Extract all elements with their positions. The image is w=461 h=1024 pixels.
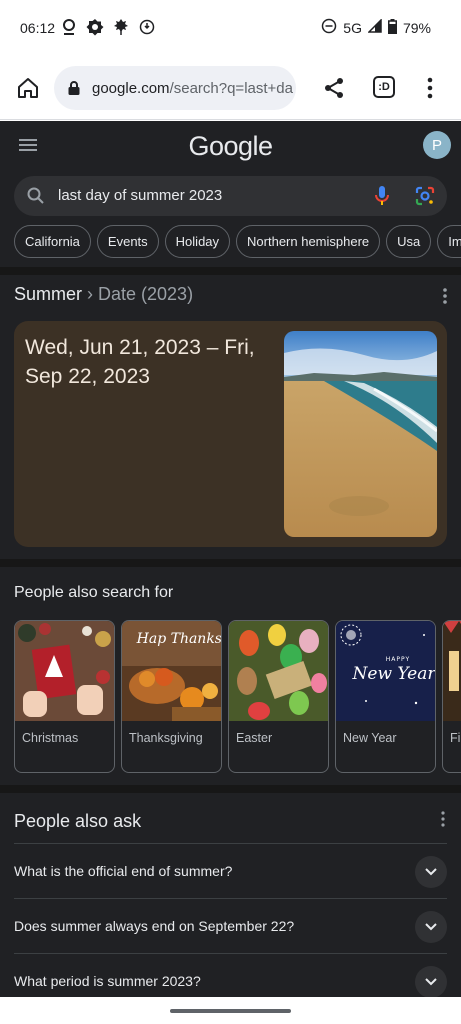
avatar[interactable]: P bbox=[423, 131, 451, 159]
status-notification-icons bbox=[60, 18, 156, 36]
address-bar[interactable]: google.com/search?q=last+da bbox=[54, 66, 296, 110]
paa-question[interactable]: What is the official end of summer? bbox=[14, 843, 447, 898]
lock-icon[interactable] bbox=[66, 80, 82, 96]
battery-icon bbox=[387, 18, 397, 37]
paa-question-text: What is the official end of summer? bbox=[14, 863, 233, 879]
chevron-down-icon[interactable] bbox=[415, 911, 447, 943]
overflow-menu-icon[interactable] bbox=[418, 74, 442, 102]
mic-icon[interactable] bbox=[372, 184, 392, 208]
related-card-partial[interactable]: Fi bbox=[442, 620, 461, 773]
url-path: /search?q=last+da bbox=[169, 79, 293, 97]
date-answer-card: Wed, Jun 21, 2023 – Fri, Sep 22, 2023 bbox=[14, 321, 447, 547]
paa-question-text: What period is summer 2023? bbox=[14, 973, 201, 989]
search-icon bbox=[26, 186, 46, 206]
related-searches-carousel: Christmas Hap Thanks Thanksgiving Easter… bbox=[14, 620, 461, 774]
google-lens-icon[interactable] bbox=[414, 185, 436, 207]
paa-more-icon[interactable] bbox=[440, 811, 446, 827]
kp-title-main: Summer bbox=[14, 284, 83, 304]
share-icon[interactable] bbox=[320, 74, 348, 102]
related-card-thanksgiving[interactable]: Hap Thanks Thanksgiving bbox=[121, 620, 222, 773]
new-year-overlay-text: New Year bbox=[352, 664, 436, 684]
status-bar: 06:12 5G 79% bbox=[0, 0, 461, 56]
related-label: New Year bbox=[343, 731, 397, 745]
gesture-navigation-bar bbox=[0, 997, 461, 1024]
people-also-search-heading: People also search for bbox=[14, 584, 174, 601]
data-saver-icon bbox=[138, 18, 156, 36]
kp-breadcrumb: › Date (2023) bbox=[82, 284, 194, 304]
url-text: google.com/search?q=last+da bbox=[92, 80, 293, 97]
people-also-ask-heading: People also ask bbox=[14, 811, 142, 831]
home-gesture-handle[interactable] bbox=[170, 1009, 291, 1013]
section-divider bbox=[0, 267, 461, 275]
network-type: 5G bbox=[343, 19, 362, 36]
paa-question[interactable]: Does summer always end on September 22? bbox=[14, 898, 447, 953]
related-label: Fi bbox=[450, 731, 461, 745]
browser-toolbar: google.com/search?q=last+da :D bbox=[0, 56, 461, 120]
paa-question-text: Does summer always end on September 22? bbox=[14, 918, 295, 934]
chip-images[interactable]: Ima bbox=[437, 225, 461, 258]
new-year-overlay-top: HAPPY bbox=[386, 656, 410, 663]
thanksgiving-overlay-text: Hap Thanks bbox=[136, 631, 222, 647]
chip-usa[interactable]: Usa bbox=[386, 225, 432, 258]
location-icon bbox=[60, 18, 78, 36]
google-logo[interactable]: Google bbox=[0, 131, 461, 162]
status-system-icons: 5G 79% bbox=[321, 18, 431, 37]
google-header: Google P bbox=[0, 121, 461, 171]
search-results-page: Google P last day of summer 2023 Califor… bbox=[0, 121, 461, 997]
section-divider bbox=[0, 785, 461, 793]
battery-level: 79% bbox=[402, 19, 431, 36]
home-icon[interactable] bbox=[14, 74, 42, 102]
chevron-down-icon[interactable] bbox=[415, 856, 447, 888]
christmas-image bbox=[15, 621, 114, 721]
related-card-easter[interactable]: Easter bbox=[228, 620, 329, 773]
url-host: google.com bbox=[92, 79, 170, 97]
beach-image[interactable] bbox=[284, 331, 437, 537]
new-year-image: HAPPY New Year bbox=[336, 621, 436, 721]
related-card-christmas[interactable]: Christmas bbox=[14, 620, 115, 773]
chip-california[interactable]: California bbox=[14, 225, 91, 258]
knowledge-panel-title: Summer › Date (2023) bbox=[14, 284, 193, 305]
related-label: Thanksgiving bbox=[129, 731, 203, 745]
tab-switcher-button[interactable]: :D bbox=[373, 76, 395, 98]
chip-holiday[interactable]: Holiday bbox=[164, 225, 231, 258]
related-label: Easter bbox=[236, 731, 273, 745]
leaf-icon bbox=[112, 18, 130, 36]
status-time: 06:12 bbox=[20, 20, 56, 36]
search-input[interactable]: last day of summer 2023 bbox=[14, 176, 447, 216]
paa-question[interactable]: What period is summer 2023? bbox=[14, 953, 447, 997]
chevron-down-icon[interactable] bbox=[415, 966, 447, 997]
chip-events[interactable]: Events bbox=[96, 225, 159, 258]
partial-card-image bbox=[443, 621, 461, 721]
related-card-new-year[interactable]: HAPPY New Year New Year bbox=[335, 620, 436, 773]
signal-icon bbox=[367, 18, 382, 36]
chip-northern-hemisphere[interactable]: Northern hemisphere bbox=[236, 225, 381, 258]
kp-more-icon[interactable] bbox=[440, 287, 450, 305]
brightness-icon bbox=[86, 18, 104, 36]
section-divider bbox=[0, 559, 461, 567]
related-label: Christmas bbox=[22, 731, 79, 745]
date-range-answer: Wed, Jun 21, 2023 – Fri, Sep 22, 2023 bbox=[25, 336, 255, 388]
search-query: last day of summer 2023 bbox=[58, 187, 223, 204]
dnd-icon bbox=[321, 18, 337, 37]
thanksgiving-image: Hap Thanks bbox=[122, 621, 222, 721]
filter-chips: California Events Holiday Northern hemis… bbox=[14, 225, 461, 259]
easter-image bbox=[229, 621, 328, 721]
